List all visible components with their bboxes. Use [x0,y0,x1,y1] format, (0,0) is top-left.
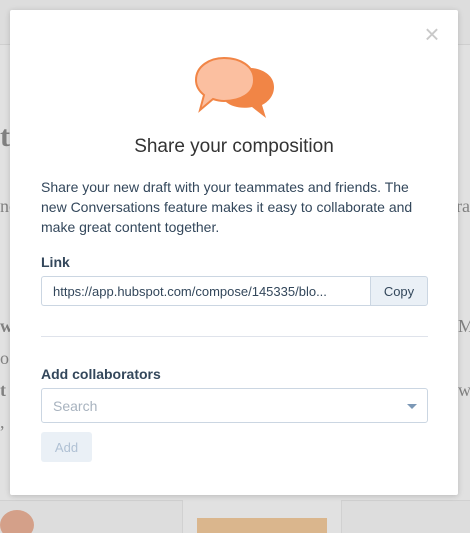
chevron-down-icon [407,404,417,409]
collaborators-label: Add collaborators [41,366,161,382]
share-modal: × Share your composition Share your new … [10,10,458,495]
copy-button[interactable]: Copy [370,276,428,306]
conversation-bubbles-icon [192,54,278,122]
share-link-input[interactable] [41,276,370,306]
link-label: Link [41,254,70,270]
modal-description: Share your new draft with your teammates… [41,179,413,235]
collaborator-search-select[interactable]: Search [41,388,428,423]
divider [41,336,428,337]
add-collaborator-button[interactable]: Add [41,432,92,462]
modal-title: Share your composition [134,136,334,157]
close-icon[interactable]: × [421,21,443,47]
search-placeholder: Search [53,398,98,414]
link-row: Copy [41,276,428,306]
